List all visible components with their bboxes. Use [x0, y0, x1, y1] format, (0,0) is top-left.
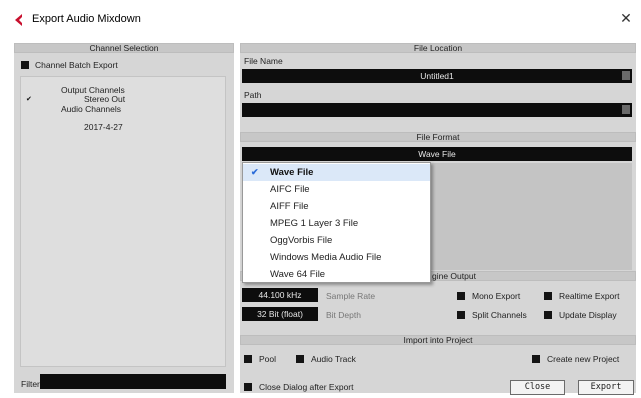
file-format-select[interactable]: Wave File — [242, 147, 632, 161]
file-location-header: File Location — [240, 43, 636, 53]
title-bar: Export Audio Mixdown ✕ — [0, 0, 641, 40]
channel-selection-header: Channel Selection — [14, 43, 234, 53]
realtime-export-checkbox[interactable] — [544, 292, 552, 300]
audio-track-checkbox[interactable] — [296, 355, 304, 363]
tree-item-stereo-out[interactable]: Stereo Out — [84, 94, 125, 104]
import-into-project-header: Import into Project — [240, 335, 636, 345]
file-name-label: File Name — [244, 56, 283, 66]
cubase-app-icon — [15, 14, 22, 26]
channel-tree — [20, 76, 226, 367]
file-format-dropdown-list: ✔ Wave File AIFC File AIFF File MPEG 1 L… — [242, 162, 431, 283]
format-option-mpeg1-layer3-file[interactable]: MPEG 1 Layer 3 File — [243, 215, 430, 232]
sample-rate-label: Sample Rate — [326, 291, 376, 301]
export-button[interactable]: Export — [578, 380, 634, 395]
pool-checkbox[interactable] — [244, 355, 252, 363]
create-new-project-checkbox[interactable] — [532, 355, 540, 363]
path-input[interactable] — [242, 103, 632, 117]
format-option-windows-media-audio-file[interactable]: Windows Media Audio File — [243, 249, 430, 266]
pool-label: Pool — [259, 354, 277, 364]
format-option-aifc-file[interactable]: AIFC File — [243, 181, 430, 198]
file-name-input[interactable]: Untitled1 — [242, 69, 632, 83]
channel-batch-export-label: Channel Batch Export — [35, 60, 118, 70]
selected-check-icon: ✔ — [251, 167, 259, 177]
mono-export-label: Mono Export — [472, 291, 521, 301]
format-option-wave64-file[interactable]: Wave 64 File — [243, 266, 430, 283]
update-display-label: Update Display — [559, 310, 617, 320]
close-window-icon[interactable]: ✕ — [618, 10, 634, 26]
close-dialog-after-export-label: Close Dialog after Export — [259, 382, 354, 392]
file-format-header: File Format — [240, 132, 636, 142]
sample-rate-select[interactable]: 44.100 kHz — [242, 288, 318, 302]
filter-label: Filter — [21, 379, 40, 389]
audio-track-label: Audio Track — [311, 354, 356, 364]
realtime-export-label: Realtime Export — [559, 291, 620, 301]
tree-item-2017-4-27[interactable]: 2017-4-27 — [84, 122, 123, 132]
format-option-wave-file[interactable]: ✔ Wave File — [243, 164, 430, 181]
format-option-oggvorbis-file[interactable]: OggVorbis File — [243, 232, 430, 249]
path-label: Path — [244, 90, 262, 100]
mono-export-checkbox[interactable] — [457, 292, 465, 300]
create-new-project-label: Create new Project — [547, 354, 620, 364]
tree-item-audio-channels[interactable]: Audio Channels — [61, 104, 121, 114]
stereo-out-check-icon[interactable]: ✔ — [26, 95, 32, 103]
channel-batch-export-checkbox[interactable] — [21, 61, 29, 69]
bit-depth-label: Bit Depth — [326, 310, 361, 320]
filter-input[interactable] — [40, 374, 226, 389]
update-display-checkbox[interactable] — [544, 311, 552, 319]
split-channels-label: Split Channels — [472, 310, 527, 320]
window-title: Export Audio Mixdown — [32, 13, 141, 25]
audio-engine-output-header-text: gine Output — [432, 271, 476, 281]
split-channels-checkbox[interactable] — [457, 311, 465, 319]
path-dropdown-icon[interactable] — [622, 105, 630, 114]
bit-depth-select[interactable]: 32 Bit (float) — [242, 307, 318, 321]
file-name-dropdown-icon[interactable] — [622, 71, 630, 80]
format-option-label: Wave File — [270, 167, 314, 178]
format-option-aiff-file[interactable]: AIFF File — [243, 198, 430, 215]
close-button[interactable]: Close — [510, 380, 565, 395]
close-dialog-after-export-checkbox[interactable] — [244, 383, 252, 391]
